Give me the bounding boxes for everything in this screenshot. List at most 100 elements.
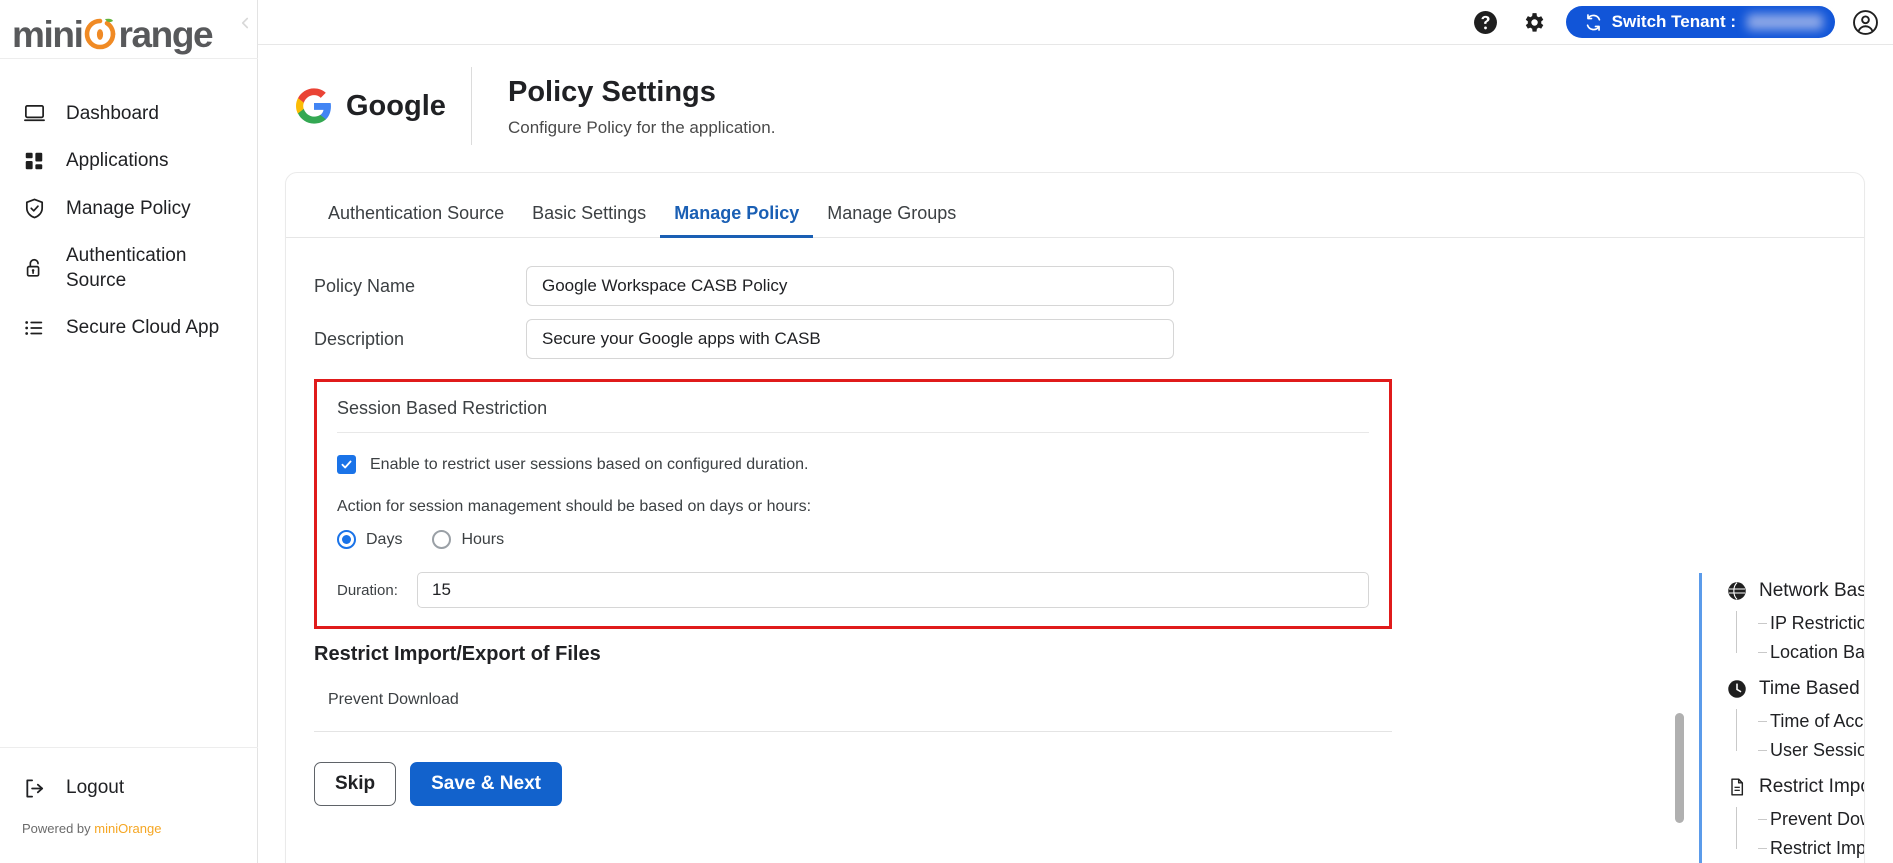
app-name: Google <box>346 89 446 122</box>
inner-scrollbar-thumb[interactable] <box>1675 713 1684 823</box>
globe-icon <box>1726 581 1747 602</box>
sidebar-item-label: Dashboard <box>66 103 159 124</box>
sidebar-item-manage-policy[interactable]: Manage Policy <box>0 185 257 232</box>
description-label: Description <box>314 328 405 349</box>
policy-card: Authentication Source Basic Settings Man… <box>285 172 1865 863</box>
help-circle-icon[interactable] <box>1471 7 1501 37</box>
sidebar-item-label: Applications <box>66 150 169 172</box>
nav-children: Prevent Download Restrict Import of File… <box>1726 805 1864 863</box>
policy-form: Policy Name Description Session Based Re… <box>286 238 1864 806</box>
sidebar-item-authentication-source[interactable]: Authentication Source <box>0 232 257 305</box>
logo-orange-icon <box>82 16 118 53</box>
page-title: Policy Settings <box>508 76 716 109</box>
radio-hours-label: Hours <box>461 530 505 548</box>
enable-session-restriction-row: Enable to restrict user sessions based o… <box>337 455 1369 474</box>
powered-by: Powered by miniOrange <box>22 821 161 836</box>
nav-item-label: Network Based Restriction <box>1759 580 1864 601</box>
session-section-title: Session Based Restriction <box>337 398 548 418</box>
nav-group-time: Time Based Restriction Time of Access Co… <box>1726 671 1864 765</box>
logout-icon <box>22 776 46 800</box>
nav-item-time-based-restriction[interactable]: Time Based Restriction <box>1726 671 1864 707</box>
powered-prefix: Powered by <box>22 821 95 836</box>
main-column: Switch Tenant : Google Policy Settings C… <box>258 0 1893 863</box>
file-icon <box>1726 777 1747 798</box>
top-bar: Switch Tenant : <box>258 0 1893 45</box>
sidebar-footer-divider <box>0 747 258 748</box>
sidebar-item-label: Manage Policy <box>66 197 191 219</box>
description-row: Description <box>314 319 1864 359</box>
app-header: Google Policy Settings Configure Policy … <box>258 45 1893 145</box>
tab-manage-policy[interactable]: Manage Policy <box>660 203 814 238</box>
page-content: Google Policy Settings Configure Policy … <box>258 45 1893 863</box>
sidebar-nav: Dashboard Applications Manage Policy Aut… <box>0 90 257 352</box>
sidebar-item-secure-cloud-app[interactable]: Secure Cloud App <box>0 304 257 351</box>
switch-tenant-button[interactable]: Switch Tenant : <box>1565 6 1835 38</box>
enable-session-restriction-checkbox[interactable] <box>337 455 356 474</box>
app-root: mini range Dashboard Applications Manage… <box>0 0 1893 863</box>
nav-item-restrict-import-export-of-files[interactable]: Restrict Import/Export of Files <box>1726 769 1864 805</box>
powered-brand: miniOrange <box>94 821 162 836</box>
tab-authentication-source[interactable]: Authentication Source <box>314 203 518 237</box>
sidebar-divider <box>0 58 258 59</box>
logo-text-mini: mini <box>12 13 84 55</box>
chevron-left-icon[interactable] <box>236 14 254 32</box>
nav-subitem-restrict-import-of-files[interactable]: Restrict Import of Files <box>1748 834 1864 863</box>
section-divider <box>337 432 1369 433</box>
radio-hours[interactable] <box>432 530 452 549</box>
refresh-icon <box>1584 13 1603 32</box>
brand-logo[interactable]: mini range <box>0 0 257 58</box>
prevent-download-label: Prevent Download <box>328 691 459 708</box>
tab-bar: Authentication Source Basic Settings Man… <box>286 173 1864 238</box>
shield-check-icon <box>22 196 46 220</box>
nav-subitem-ip-restriction[interactable]: IP Restriction <box>1748 609 1864 638</box>
nav-subitem-prevent-download[interactable]: Prevent Download <box>1748 805 1864 834</box>
duration-label: Duration: <box>337 581 398 599</box>
duration-row: Duration: <box>337 572 1369 608</box>
policy-section-nav: Network Based Restriction IP Restriction… <box>1699 573 1864 863</box>
description-input[interactable] <box>526 319 1174 359</box>
monitor-icon <box>22 102 46 126</box>
tab-basic-settings[interactable]: Basic Settings <box>518 203 660 237</box>
radio-days[interactable] <box>337 530 356 549</box>
nav-group-network: Network Based Restriction IP Restriction… <box>1726 573 1864 667</box>
enable-session-restriction-label: Enable to restrict user sessions based o… <box>370 455 809 473</box>
tab-manage-groups[interactable]: Manage Groups <box>813 203 970 237</box>
logout-button[interactable]: Logout <box>22 776 124 800</box>
nav-children: IP Restriction Location Based Restrictio… <box>1726 609 1864 667</box>
nav-subitem-location-based-restriction[interactable]: Location Based Restriction <box>1748 638 1864 667</box>
skip-button[interactable]: Skip <box>314 762 397 806</box>
sidebar-item-dashboard[interactable]: Dashboard <box>0 90 257 137</box>
session-mode-radio-group: Days Hours <box>337 530 1369 549</box>
header-divider <box>471 67 472 145</box>
page-subtitle: Configure Policy for the application. <box>508 117 776 137</box>
nav-subitem-time-of-access-configuration[interactable]: Time of Access Configuration <box>1748 707 1864 736</box>
import-export-divider <box>314 731 1392 732</box>
nav-item-label: Time Based Restriction <box>1759 678 1864 699</box>
import-export-section-title: Restrict Import/Export of Files <box>314 643 601 665</box>
nav-item-network-based-restriction[interactable]: Network Based Restriction <box>1726 573 1864 609</box>
nav-subitem-user-session-configuration[interactable]: User Session Configuration <box>1748 736 1864 765</box>
policy-name-row: Policy Name <box>314 266 1864 306</box>
sidebar-item-applications[interactable]: Applications <box>0 137 257 184</box>
duration-input[interactable] <box>417 572 1369 608</box>
logout-label: Logout <box>66 777 125 798</box>
nav-item-label: Restrict Import/Export of Files <box>1759 776 1864 797</box>
grid-icon <box>22 149 46 173</box>
logo-text-range: range <box>118 13 213 55</box>
session-mode-hint: Action for session management should be … <box>337 498 812 515</box>
clock-icon <box>1726 679 1747 700</box>
session-based-restriction-section: Session Based Restriction Enable to rest… <box>314 379 1392 629</box>
save-and-next-button[interactable]: Save & Next <box>410 762 562 806</box>
tenant-name-redacted <box>1747 14 1823 30</box>
policy-name-input[interactable] <box>526 266 1174 306</box>
gear-icon[interactable] <box>1519 7 1549 37</box>
switch-tenant-label: Switch Tenant : <box>1611 12 1736 31</box>
page-title-block: Policy Settings Configure Policy for the… <box>496 74 775 137</box>
form-actions: Skip Save & Next <box>314 762 1864 806</box>
nav-children: Time of Access Configuration User Sessio… <box>1726 707 1864 765</box>
left-sidebar: mini range Dashboard Applications Manage… <box>0 0 258 863</box>
nav-group-import-export: Restrict Import/Export of Files Prevent … <box>1726 769 1864 863</box>
google-logo-icon <box>296 88 332 124</box>
user-circle-icon[interactable] <box>1849 6 1881 38</box>
radio-days-label: Days <box>366 530 403 548</box>
